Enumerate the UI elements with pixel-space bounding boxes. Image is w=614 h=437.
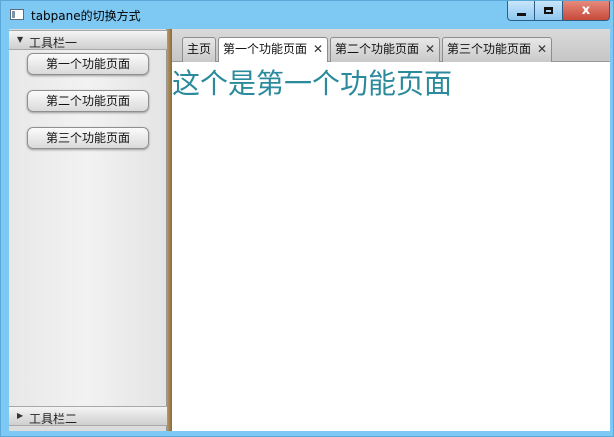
accordion-header-toolbar-2[interactable]: ▶ 工具栏二 [9,406,167,426]
client-area: ▼ 工具栏一 第一个功能页面 第二个功能页面 第三个功能页面 ▶ 工具栏二 主页 [9,29,610,431]
tab-header-area: 主页 第一个功能页面 ✕ 第二个功能页面 ✕ 第三个功能页面 ✕ [172,29,610,63]
tab-label: 主页 [187,42,212,56]
tab-label: 第三个功能页面 [447,42,532,56]
title-bar[interactable]: tabpane的切换方式 x [1,1,614,29]
accordion-header-label: 工具栏二 [29,412,78,426]
tab-close-icon[interactable]: ✕ [425,38,435,60]
app-window-icon [10,9,24,20]
tab-close-icon[interactable]: ✕ [313,38,323,60]
accordion-pane-content: 第一个功能页面 第二个功能页面 第三个功能页面 [9,50,166,406]
open-page-1-button[interactable]: 第一个功能页面 [27,53,149,75]
tab-label: 第二个功能页面 [335,42,420,56]
collapsed-arrow-icon: ▶ [17,411,24,420]
app-window: tabpane的切换方式 x ▼ 工具栏一 第一个功能页面 第二个功能页面 第三… [0,0,614,437]
tab-page-3[interactable]: 第三个功能页面 ✕ [442,37,552,62]
maximize-button[interactable] [535,1,563,21]
open-page-3-button[interactable]: 第三个功能页面 [27,127,149,149]
tab-home[interactable]: 主页 [182,37,216,62]
maximize-icon [544,7,553,14]
minimize-icon [516,13,526,16]
tab-page-2[interactable]: 第二个功能页面 ✕ [330,37,440,62]
minimize-button[interactable] [507,1,535,21]
tab-close-icon[interactable]: ✕ [537,38,547,60]
expanded-arrow-icon: ▼ [17,35,24,44]
close-window-button[interactable]: x [563,1,610,21]
tab-page-1[interactable]: 第一个功能页面 ✕ [218,37,328,63]
accordion: ▼ 工具栏一 第一个功能页面 第二个功能页面 第三个功能页面 ▶ 工具栏二 [9,29,167,431]
tab-pane: 主页 第一个功能页面 ✕ 第二个功能页面 ✕ 第三个功能页面 ✕ 这个是第一个功… [172,29,610,431]
open-page-2-button[interactable]: 第二个功能页面 [27,90,149,112]
window-title: tabpane的切换方式 [31,9,141,23]
tab-label: 第一个功能页面 [223,42,308,56]
accordion-header-toolbar-1[interactable]: ▼ 工具栏一 [9,30,167,50]
tab-content: 这个是第一个功能页面 [172,62,610,431]
close-icon: x [581,3,591,18]
accordion-header-label: 工具栏一 [29,36,78,50]
page-content-text: 这个是第一个功能页面 [172,67,453,100]
